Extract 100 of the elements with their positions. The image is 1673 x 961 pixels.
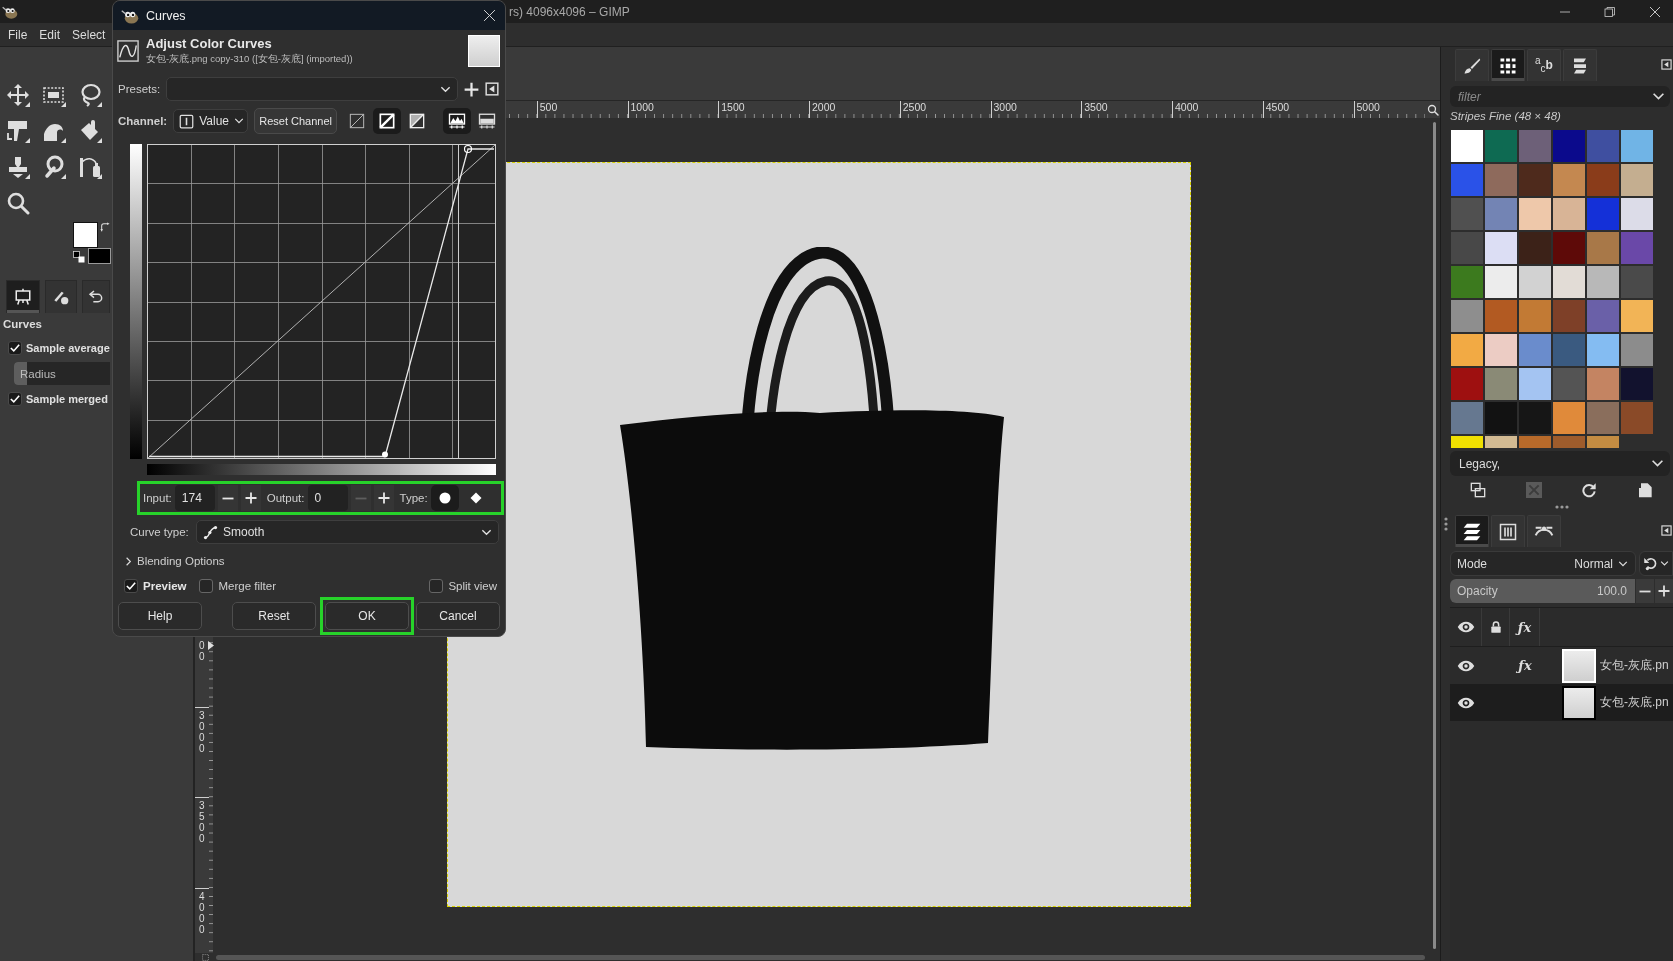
channel-dropdown[interactable]: Value (173, 109, 249, 133)
pattern-swatch[interactable] (1485, 402, 1517, 434)
pattern-swatch[interactable] (1485, 164, 1517, 196)
close-icon[interactable] (483, 9, 496, 22)
pattern-swatch[interactable] (1621, 130, 1653, 162)
panel-menu-icon[interactable] (1661, 525, 1672, 536)
dropdown-button[interactable] (1646, 86, 1670, 107)
pattern-swatch[interactable] (1519, 130, 1551, 162)
pattern-swatch[interactable] (1519, 164, 1551, 196)
curve-type-dropdown[interactable]: Smooth (196, 520, 499, 544)
checkbox[interactable] (124, 579, 138, 593)
pattern-swatch[interactable] (1621, 402, 1653, 434)
pattern-swatch[interactable] (1485, 334, 1517, 366)
menu-item[interactable]: File (8, 27, 28, 42)
pattern-swatch[interactable] (1451, 130, 1483, 162)
pattern-swatch[interactable] (1587, 164, 1619, 196)
pattern-swatch[interactable] (1451, 198, 1483, 230)
effects-indicator[interactable]: ƒx (1518, 658, 1532, 673)
pattern-swatch[interactable] (1587, 334, 1619, 366)
menu-item[interactable]: Edit (39, 27, 61, 42)
control-point[interactable] (463, 144, 473, 154)
pattern-swatch[interactable] (1553, 198, 1585, 230)
pattern-swatch[interactable] (1451, 334, 1483, 366)
checkbox[interactable] (429, 579, 444, 593)
duplicate-icon[interactable] (1469, 482, 1486, 498)
panel-menu-icon[interactable] (485, 82, 499, 96)
swap-arrow-icon[interactable] (100, 222, 110, 232)
smudge-tool-icon[interactable] (42, 155, 66, 179)
checkbox[interactable] (8, 341, 22, 355)
vertical-scrollbar[interactable] (1432, 122, 1436, 949)
pattern-swatch[interactable] (1519, 300, 1551, 332)
dialog-button[interactable]: Help (118, 602, 202, 630)
mode-dropdown[interactable]: Mode Normal (1450, 551, 1636, 576)
move-arrows-icon[interactable] (6, 83, 30, 107)
drag-handle-icon[interactable] (1554, 505, 1569, 509)
paths-tool-icon[interactable] (78, 155, 102, 179)
pattern-swatch[interactable] (1519, 266, 1551, 298)
pattern-swatch[interactable] (1621, 266, 1653, 298)
zoom-icon[interactable] (1426, 103, 1439, 116)
reset-channel-button[interactable]: Reset Channel (254, 108, 337, 134)
pattern-swatch[interactable] (1485, 266, 1517, 298)
close-icon[interactable] (1649, 5, 1661, 18)
layer-row[interactable]: 女包-灰底.pn (1450, 684, 1673, 721)
plus-icon[interactable] (464, 81, 479, 97)
pattern-swatch[interactable] (1621, 232, 1653, 264)
panel-tab[interactable] (1527, 515, 1561, 547)
panel-tab[interactable] (45, 280, 77, 313)
pattern-swatch[interactable] (1553, 266, 1585, 298)
dialog-button[interactable]: Reset (232, 602, 316, 630)
increase-button[interactable] (373, 485, 394, 511)
pattern-swatch[interactable] (1621, 198, 1653, 230)
reset-colors-icon[interactable] (73, 251, 85, 263)
dialog-button[interactable]: Cancel (416, 602, 500, 630)
pattern-swatch[interactable] (1485, 198, 1517, 230)
panel-tab[interactable] (82, 280, 110, 313)
pattern-swatch[interactable] (1587, 436, 1619, 448)
checkbox[interactable] (8, 392, 22, 406)
pattern-swatch[interactable] (1519, 368, 1551, 400)
foreground-color-swatch[interactable] (73, 222, 98, 248)
pattern-swatch[interactable] (1553, 300, 1585, 332)
filter-field[interactable]: filter (1450, 86, 1646, 107)
zoom-icon[interactable] (6, 191, 30, 215)
pattern-swatch[interactable] (1587, 198, 1619, 230)
decrease-button[interactable] (217, 485, 238, 511)
decrease-button[interactable] (1636, 579, 1654, 603)
increase-button[interactable] (240, 485, 261, 511)
pattern-swatch[interactable] (1485, 368, 1517, 400)
toggle-button[interactable] (373, 108, 401, 134)
horizontal-scrollbar[interactable] (216, 954, 1425, 960)
pattern-swatch[interactable] (1587, 300, 1619, 332)
refresh-icon[interactable] (1581, 482, 1598, 498)
quick-mask-icon[interactable] (201, 953, 210, 961)
pattern-swatch[interactable] (1485, 130, 1517, 162)
bucket-fill-icon[interactable] (78, 119, 102, 143)
pattern-swatch[interactable] (1621, 334, 1653, 366)
presets-dropdown[interactable] (166, 77, 458, 101)
point-type-button[interactable] (430, 485, 459, 511)
tag-filter-field[interactable]: Legacy, (1450, 451, 1670, 476)
pattern-swatch[interactable] (1485, 436, 1517, 448)
pattern-swatch[interactable] (1451, 232, 1483, 264)
document-icon[interactable] (1637, 482, 1654, 498)
panel-tab[interactable] (1491, 515, 1525, 547)
transform-tool-icon[interactable] (6, 119, 30, 143)
drag-handle-icon[interactable] (1443, 517, 1448, 531)
lasso-icon[interactable] (78, 83, 102, 107)
pattern-swatch[interactable] (1587, 232, 1619, 264)
panel-tab[interactable] (1455, 515, 1489, 547)
dialog-button[interactable]: OK (325, 602, 409, 630)
pattern-swatch[interactable] (1553, 164, 1585, 196)
pattern-swatch[interactable] (1519, 334, 1551, 366)
pattern-swatch[interactable] (1587, 402, 1619, 434)
pattern-swatch[interactable] (1553, 130, 1585, 162)
pattern-swatch[interactable] (1451, 164, 1483, 196)
pattern-swatch[interactable] (1587, 368, 1619, 400)
opacity-slider[interactable]: Opacity 100.0 (1450, 579, 1635, 603)
menu-item[interactable]: Select (72, 27, 106, 42)
pattern-swatch[interactable] (1621, 368, 1653, 400)
blending-options-expander[interactable]: Blending Options (124, 555, 225, 567)
panel-tab[interactable] (1455, 49, 1489, 81)
panel-tab[interactable] (6, 280, 40, 313)
